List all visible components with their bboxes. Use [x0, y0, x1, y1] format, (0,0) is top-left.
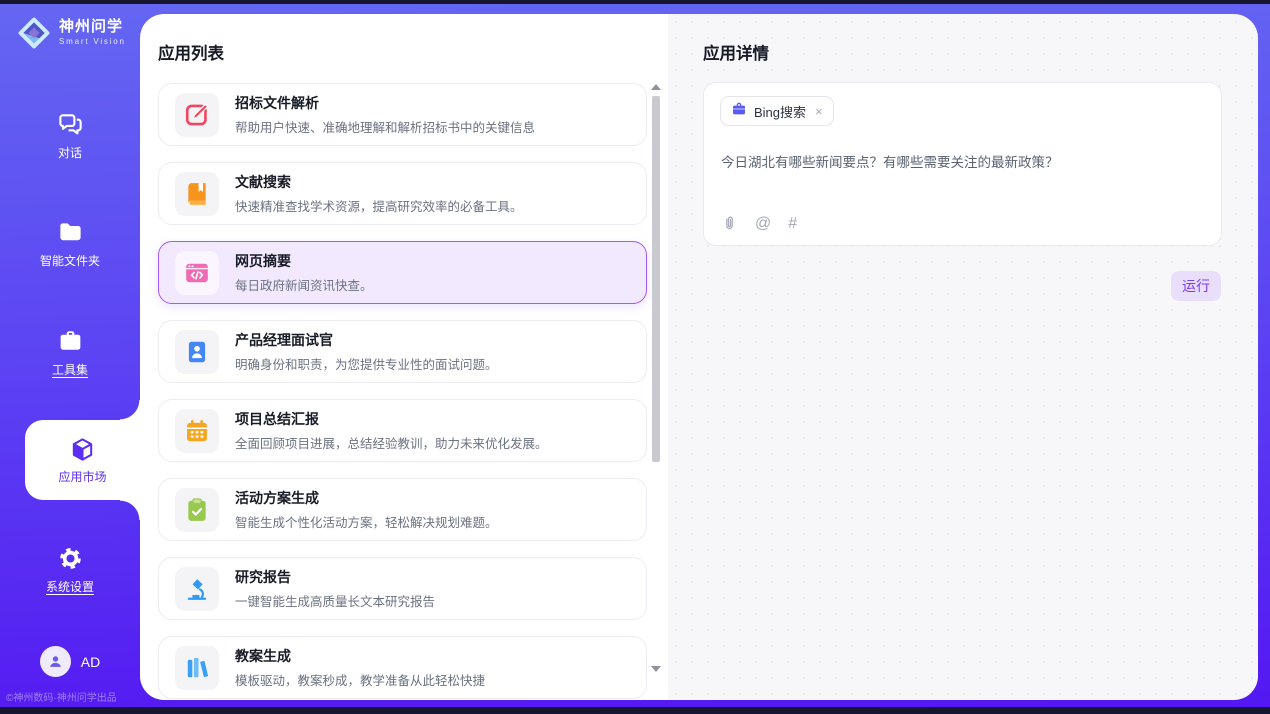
app-icon-box — [175, 646, 219, 690]
chip-close-icon[interactable]: × — [815, 104, 823, 119]
app-description: 每日政府新闻资讯快查。 — [235, 275, 373, 294]
tool-chip-label: Bing搜索 — [754, 102, 806, 121]
app-list-item[interactable]: 网页摘要 每日政府新闻资讯快查。 — [158, 241, 647, 304]
app-icon-box — [175, 172, 219, 216]
app-title: 招标文件解析 — [235, 93, 535, 113]
brand-logo: 神州问学 Smart Vision — [16, 15, 126, 51]
tool-chip[interactable]: Bing搜索 × — [720, 96, 834, 126]
browser-code-icon — [184, 260, 210, 286]
paperclip-icon[interactable] — [721, 215, 738, 232]
app-detail-title: 应用详情 — [703, 40, 769, 64]
content-area: 应用列表 招标文件解析 帮助用户快速、准确地理解和解析招标书中的关键信息 文献搜… — [140, 14, 1258, 700]
top-edge-bar — [0, 0, 1270, 4]
app-description: 快速精准查找学术资源，提高研究效率的必备工具。 — [235, 196, 523, 215]
microscope-icon — [184, 576, 210, 602]
mention-icon[interactable]: @ — [755, 216, 771, 232]
app-title: 产品经理面试官 — [235, 330, 498, 350]
person-icon — [46, 652, 65, 671]
prompt-card: Bing搜索 × 今日湖北有哪些新闻要点？有哪些需要关注的最新政策？ @# — [703, 82, 1222, 246]
calendar-icon — [184, 418, 210, 444]
sidebar-item-label: 工具集 — [52, 361, 88, 378]
app-list-item[interactable]: 项目总结汇报 全面回顾项目进展，总结经验教训，助力未来优化发展。 — [158, 399, 647, 462]
hash-icon[interactable]: # — [788, 216, 797, 232]
app-list-title: 应用列表 — [158, 40, 224, 64]
prompt-text[interactable]: 今日湖北有哪些新闻要点？有哪些需要关注的最新政策？ — [721, 153, 1205, 173]
brand-name: 神州问学 — [59, 19, 126, 36]
brand-subtitle: Smart Vision — [59, 38, 126, 47]
app-description: 明确身份和职责，为您提供专业性的面试问题。 — [235, 354, 498, 373]
brand-logo-icon — [16, 15, 52, 51]
sidebar-item-label: 应用市场 — [58, 468, 106, 485]
pen-square-icon — [184, 102, 210, 128]
scrollbar-thumb[interactable] — [652, 96, 660, 462]
app-list-item[interactable]: 研究报告 一键智能生成高质量长文本研究报告 — [158, 557, 647, 620]
app-list-item[interactable]: 活动方案生成 智能生成个性化活动方案，轻松解决规划难题。 — [158, 478, 647, 541]
sidebar-item-toolbox[interactable]: 工具集 — [0, 328, 140, 378]
sidebar-item-folder[interactable]: 智能文件夹 — [0, 219, 140, 269]
user-initials: AD — [81, 654, 100, 670]
app-description: 模板驱动，教案秒成，教学准备从此轻松快捷 — [235, 670, 485, 689]
app-list-item[interactable]: 教案生成 模板驱动，教案秒成，教学准备从此轻松快捷 — [158, 636, 647, 699]
app-icon-box — [175, 567, 219, 611]
app-description: 智能生成个性化活动方案，轻松解决规划难题。 — [235, 512, 498, 531]
scrollbar-up-arrow-icon[interactable] — [651, 84, 661, 90]
sidebar-item-chat[interactable]: 对话 — [0, 111, 140, 161]
sidebar: 神州问学 Smart Vision 对话 智能文件夹 工具集 应用市场 系统设置… — [0, 0, 140, 714]
composer-toolbar: @# — [721, 215, 797, 232]
cube-icon — [69, 436, 96, 463]
sidebar-item-label: 智能文件夹 — [40, 252, 100, 269]
app-icon-box — [175, 93, 219, 137]
app-list: 招标文件解析 帮助用户快速、准确地理解和解析招标书中的关键信息 文献搜索 快速精… — [158, 83, 647, 700]
clipboard-check-icon — [184, 497, 210, 523]
app-title: 活动方案生成 — [235, 488, 498, 508]
app-description: 全面回顾项目进展，总结经验教训，助力未来优化发展。 — [235, 433, 548, 452]
app-title: 网页摘要 — [235, 251, 373, 271]
app-title: 研究报告 — [235, 567, 435, 587]
app-icon-box — [175, 488, 219, 532]
briefcase-icon — [731, 101, 747, 122]
copyright-footer: ©神州数码·神州问学出品 — [6, 689, 140, 704]
app-list-panel: 应用列表 招标文件解析 帮助用户快速、准确地理解和解析招标书中的关键信息 文献搜… — [140, 14, 668, 700]
app-detail-panel: 应用详情 Bing搜索 × 今日湖北有哪些新闻要点？有哪些需要关注的最新政策？ … — [668, 14, 1258, 700]
books-icon — [184, 655, 210, 681]
user-account[interactable]: AD — [0, 646, 140, 677]
sidebar-item-label: 对话 — [58, 144, 82, 161]
app-icon-box — [175, 251, 219, 295]
app-list-item[interactable]: 招标文件解析 帮助用户快速、准确地理解和解析招标书中的关键信息 — [158, 83, 647, 146]
app-icon-box — [175, 409, 219, 453]
app-icon-box — [175, 330, 219, 374]
book-icon — [184, 181, 210, 207]
interview-icon — [184, 339, 210, 365]
run-button[interactable]: 运行 — [1171, 271, 1221, 301]
app-list-item[interactable]: 文献搜索 快速精准查找学术资源，提高研究效率的必备工具。 — [158, 162, 647, 225]
app-title: 项目总结汇报 — [235, 409, 548, 429]
toolbox-icon — [57, 328, 84, 355]
app-title: 教案生成 — [235, 646, 485, 666]
app-description: 帮助用户快速、准确地理解和解析招标书中的关键信息 — [235, 117, 535, 136]
app-list-item[interactable]: 产品经理面试官 明确身份和职责，为您提供专业性的面试问题。 — [158, 320, 647, 383]
avatar — [40, 646, 71, 677]
sidebar-item-gear[interactable]: 系统设置 — [0, 545, 140, 595]
chat-icon — [57, 111, 84, 138]
folder-icon — [57, 219, 84, 246]
sidebar-item-label: 系统设置 — [46, 578, 94, 595]
app-description: 一键智能生成高质量长文本研究报告 — [235, 591, 435, 610]
gear-icon — [57, 545, 84, 572]
scrollbar-down-arrow-icon[interactable] — [651, 666, 661, 672]
sidebar-item-cube[interactable]: 应用市场 — [25, 420, 140, 500]
app-title: 文献搜索 — [235, 172, 523, 192]
bottom-edge-bar — [0, 707, 1270, 714]
